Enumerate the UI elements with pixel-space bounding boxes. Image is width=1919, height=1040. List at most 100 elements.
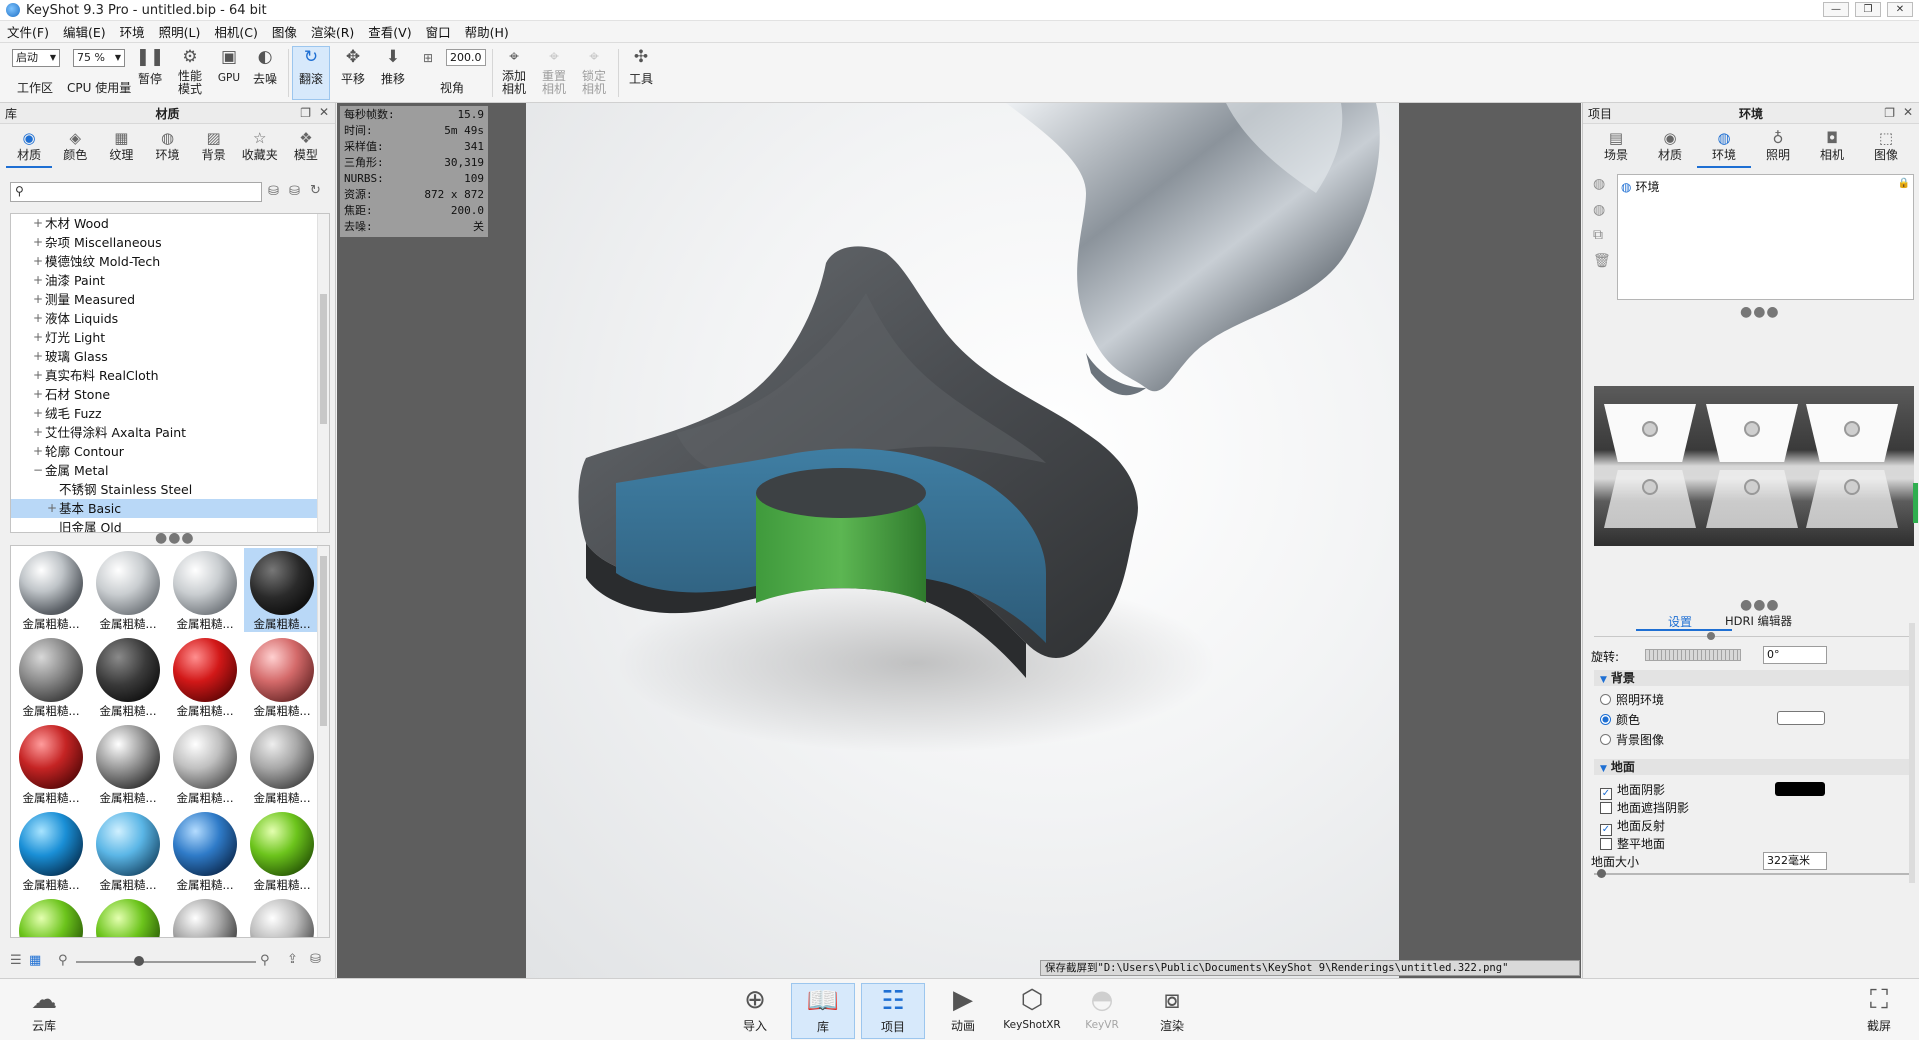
subtab-settings[interactable]: 设置 — [1668, 613, 1692, 630]
tab-image[interactable]: ⬚ 图像 — [1859, 124, 1913, 168]
rotation-input[interactable]: 0° — [1763, 646, 1827, 664]
rotation-jog-slider[interactable] — [1645, 649, 1741, 661]
real-time-render[interactable] — [526, 103, 1399, 978]
settings-scrollbar[interactable] — [1909, 623, 1915, 883]
tree-item[interactable]: + 石材 Stone — [11, 385, 329, 404]
ground-size-slider[interactable] — [1594, 873, 1912, 875]
material-thumbnail[interactable]: 金属粗糙... — [13, 548, 89, 632]
tree-item[interactable]: + 灯光 Light — [11, 328, 329, 347]
expand-icon[interactable]: + — [33, 442, 43, 461]
render-viewport[interactable]: 每秒帧数: 15.9 时间: 5m 49s 采样值: 341 三角形: 30,319 NURBS… — [337, 103, 1581, 978]
material-thumbnail[interactable]: 金属粗糙... — [244, 548, 320, 632]
menu-lighting[interactable]: 照明(L) — [152, 22, 208, 41]
menu-file[interactable]: 文件(F) — [0, 22, 56, 41]
edit-environment-icon[interactable]: ⧉ — [1593, 227, 1603, 243]
tree-item[interactable]: + 测量 Measured — [11, 290, 329, 309]
add-environment-icon[interactable]: ◍ — [1593, 176, 1605, 192]
tree-item[interactable]: + 轮廓 Contour — [11, 442, 329, 461]
subtab-hdri-editor[interactable]: HDRI 编辑器 — [1725, 613, 1792, 629]
expand-icon[interactable]: + — [33, 404, 43, 423]
pan-button[interactable]: ✥ 平移 — [335, 47, 371, 87]
ground-reflection-checkbox[interactable]: ✓ 地面反射 — [1600, 817, 1665, 836]
shadow-color-swatch[interactable] — [1775, 782, 1825, 796]
tumble-button[interactable]: ↻ 翻滚 — [292, 46, 330, 100]
metal-part-model[interactable] — [1006, 103, 1380, 396]
close-icon[interactable]: ✕ — [1903, 105, 1913, 119]
tab-environments[interactable]: ◍ 环境 — [144, 124, 190, 168]
material-thumbnail[interactable]: 金属粗糙... — [90, 722, 166, 806]
hdri-pin-handle[interactable] — [1642, 421, 1658, 437]
material-thumbnail[interactable]: 金属粗糙... — [90, 809, 166, 893]
background-section-header[interactable]: ▼ 背景 — [1594, 670, 1914, 686]
lock-camera-button[interactable]: ⌖ 锁定 相机 — [576, 47, 612, 96]
keyvr-button[interactable]: ◓ KeyVR — [1070, 983, 1134, 1039]
tab-favorites[interactable]: ☆ 收藏夹 — [237, 124, 283, 168]
delete-icon[interactable]: 🗑 — [1593, 253, 1611, 269]
hdri-pin-handle[interactable] — [1744, 421, 1760, 437]
material-thumbnail[interactable]: 金属粗糙... — [90, 635, 166, 719]
resize-handle-dots[interactable]: ●●● — [155, 530, 195, 546]
tree-item[interactable]: + 木材 Wood — [11, 214, 329, 233]
material-thumbnail[interactable]: 金属粗糙... — [90, 548, 166, 632]
tab-materials[interactable]: ◉ 材质 — [6, 124, 53, 168]
tree-item[interactable]: + 模德蚀纹 Mold-Tech — [11, 252, 329, 271]
bg-image-radio[interactable]: 背景图像 — [1600, 731, 1664, 748]
expand-icon[interactable]: + — [33, 290, 43, 309]
screenshot-button[interactable]: ⛶ 截屏 — [1847, 983, 1911, 1039]
undock-icon[interactable]: ❐ — [1884, 106, 1895, 120]
expand-icon[interactable]: + — [33, 366, 43, 385]
tree-item[interactable]: + 艾仕得涂料 Axalta Paint — [11, 423, 329, 442]
hdri-scroll-indicator[interactable] — [1913, 483, 1918, 523]
hdri-pin-handle[interactable] — [1844, 479, 1860, 495]
expand-icon[interactable]: + — [33, 233, 43, 252]
material-thumbnail[interactable] — [244, 896, 320, 937]
tab-colors[interactable]: ◈ 颜色 — [52, 124, 98, 168]
expand-icon[interactable]: + — [47, 499, 57, 518]
folder-sync-icon[interactable]: ⛁ — [310, 952, 321, 967]
project-button[interactable]: ☷ 项目 — [861, 983, 925, 1039]
gpu-button[interactable]: ▣ GPU — [213, 47, 245, 84]
tree-item[interactable]: + 杂项 Miscellaneous — [11, 233, 329, 252]
add-camera-button[interactable]: ⌖ 添加 相机 — [496, 47, 532, 96]
material-thumbnail[interactable] — [13, 896, 89, 937]
cloud-library-button[interactable]: ☁ 云库 — [12, 983, 76, 1039]
tree-item[interactable]: + 绒毛 Fuzz — [11, 404, 329, 423]
expand-icon[interactable]: + — [33, 385, 43, 404]
environment-list-item[interactable]: ◍ 环境 — [1621, 178, 1660, 195]
minimize-button[interactable]: — — [1823, 2, 1849, 17]
library-search-input[interactable]: ⚲ — [10, 182, 262, 202]
tree-scroll-thumb[interactable] — [320, 294, 327, 424]
render-button[interactable]: ⧇ 渲染 — [1140, 983, 1204, 1039]
thumbnail-scroll-thumb[interactable] — [320, 556, 327, 726]
tree-item[interactable]: 不锈钢 Stainless Steel — [11, 480, 329, 499]
menu-render[interactable]: 渲染(R) — [304, 22, 361, 41]
material-thumbnail[interactable]: 金属粗糙... — [244, 722, 320, 806]
ground-size-slider-knob[interactable] — [1597, 869, 1606, 878]
material-thumbnail[interactable] — [167, 896, 243, 937]
refresh-icon[interactable]: ↻ — [310, 183, 321, 198]
expand-icon[interactable]: + — [33, 252, 43, 271]
tab-camera[interactable]: ◘ 相机 — [1805, 124, 1859, 168]
menu-image[interactable]: 图像 — [265, 22, 304, 41]
settings-scroll-knob[interactable] — [1707, 632, 1715, 640]
tree-item[interactable]: + 基本 Basic — [11, 499, 329, 518]
expand-icon[interactable]: + — [33, 328, 43, 347]
hdri-pin-handle[interactable] — [1844, 421, 1860, 437]
resize-handle-dots[interactable]: ●●● — [1740, 597, 1780, 613]
hdri-pin-handle[interactable] — [1744, 479, 1760, 495]
tree-item[interactable]: + 玻璃 Glass — [11, 347, 329, 366]
menu-edit[interactable]: 编辑(E) — [56, 22, 113, 41]
field-of-view-input[interactable]: 200.0 — [446, 49, 486, 66]
expand-icon[interactable]: + — [33, 214, 43, 233]
tree-item[interactable]: + 真实布料 RealCloth — [11, 366, 329, 385]
dolly-button[interactable]: ⬇ 推移 — [375, 47, 411, 87]
hdri-pin-handle[interactable] — [1642, 479, 1658, 495]
pause-button[interactable]: ❚❚ 暂停 — [134, 47, 166, 87]
tab-scene[interactable]: ▤ 场景 — [1589, 124, 1643, 168]
keyshotxr-button[interactable]: ⬡ KeyShotXR — [1000, 983, 1064, 1039]
performance-mode-button[interactable]: ⚙ 性能 模式 — [172, 47, 208, 96]
ground-section-header[interactable]: ▼ 地面 — [1594, 759, 1914, 775]
workspace-select[interactable]: 启动 ▼ — [12, 49, 60, 67]
tree-item[interactable]: + 液体 Liquids — [11, 309, 329, 328]
material-thumbnail[interactable]: 金属粗糙... — [167, 635, 243, 719]
